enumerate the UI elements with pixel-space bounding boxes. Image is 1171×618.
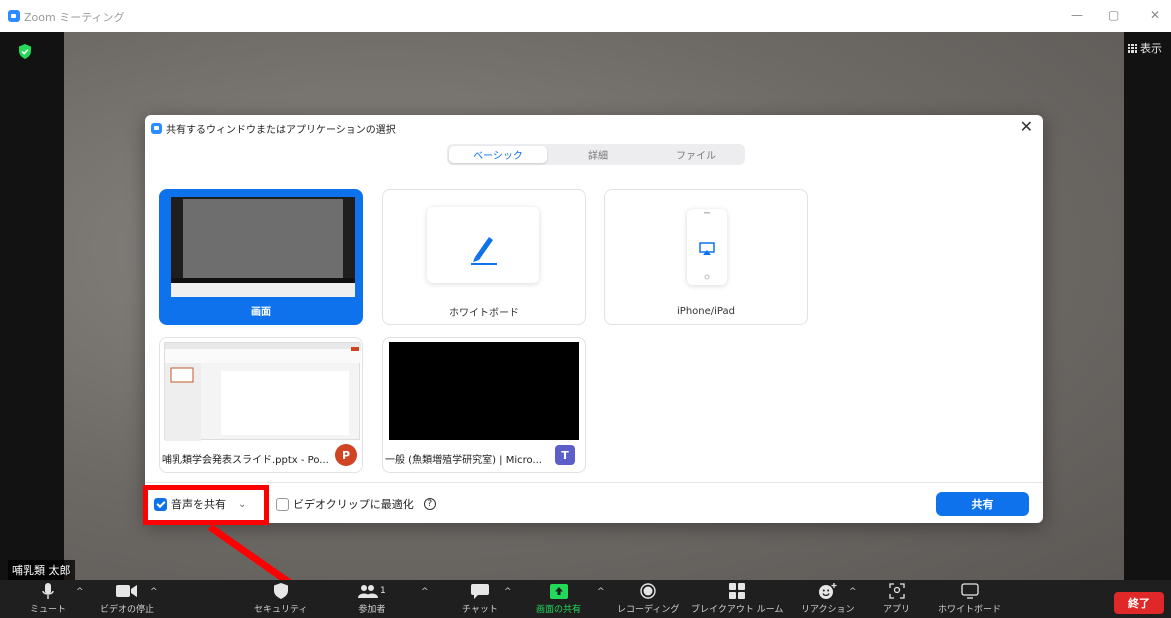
smiley-icon [818, 582, 837, 600]
record-icon [640, 582, 656, 600]
security-button[interactable]: セキュリティ [254, 582, 307, 615]
security-label: セキュリティ [254, 605, 308, 615]
share-screen-label: 画面の共有 [536, 605, 582, 615]
participants-icon: 1 [358, 582, 386, 600]
breakout-rooms-label: ブレイクアウト ルーム [691, 605, 784, 615]
video-camera-icon [116, 582, 138, 600]
shield-icon [273, 582, 288, 600]
record-button[interactable]: レコーディング [617, 582, 679, 615]
chat-options-caret[interactable]: ^ [504, 587, 512, 597]
participants-button[interactable]: 1 参加者 [358, 582, 386, 615]
apps-label: アプリ [883, 605, 911, 615]
reactions-label: リアクション [801, 605, 855, 615]
share-options-caret[interactable]: ^ [597, 587, 605, 597]
breakout-rooms-button[interactable]: ブレイクアウト ルーム [691, 582, 783, 615]
share-screen-button[interactable]: 画面の共有 [536, 582, 581, 615]
stop-video-button[interactable]: ビデオの停止 [100, 582, 154, 615]
mute-button[interactable]: ミュート [30, 582, 66, 615]
whiteboard-toolbar-button[interactable]: ホワイトボード [938, 582, 1001, 615]
audio-options-caret[interactable]: ^ [76, 587, 84, 597]
apps-button[interactable]: アプリ [883, 582, 910, 615]
participant-count: 1 [380, 586, 386, 596]
chat-label: チャット [462, 605, 498, 615]
stop-video-label: ビデオの停止 [100, 605, 155, 615]
apps-icon [888, 582, 905, 600]
whiteboard-toolbar-label: ホワイトボード [938, 605, 1002, 615]
chat-bubble-icon [470, 582, 489, 600]
video-options-caret[interactable]: ^ [150, 587, 158, 597]
mute-label: ミュート [30, 605, 67, 615]
end-meeting-button[interactable]: 終了 [1114, 592, 1164, 614]
meeting-toolbar: ミュート ^ ビデオの停止 ^ セキュリティ 1 参加者 ^ チャット ^ 画面… [0, 580, 1171, 618]
participants-label: 参加者 [358, 605, 386, 615]
reactions-options-caret[interactable]: ^ [849, 587, 857, 597]
chat-button[interactable]: チャット [462, 582, 498, 615]
whiteboard-icon [960, 582, 979, 600]
share-screen-icon [549, 582, 568, 600]
record-label: レコーディング [617, 605, 680, 615]
participants-options-caret[interactable]: ^ [421, 587, 429, 597]
microphone-icon [42, 582, 54, 600]
annotation-arrow [207, 524, 343, 618]
breakout-grid-icon [729, 582, 746, 600]
reactions-button[interactable]: リアクション [801, 582, 855, 615]
